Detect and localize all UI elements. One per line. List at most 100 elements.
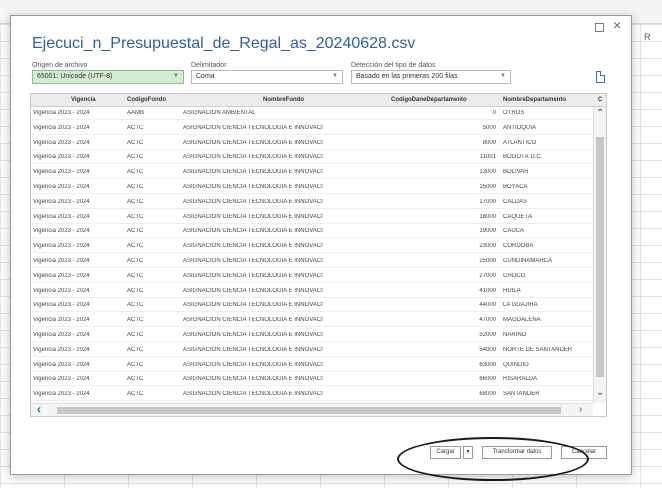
- table-cell: HUILA: [503, 287, 521, 294]
- table-cell: Vigencia 2023 - 2024: [33, 228, 90, 235]
- data-preview-table: Vigencia CodigoFondo NombreFondo CodigoD…: [30, 93, 607, 417]
- table-row: Vigencia 2023 - 2024 ACTC ASIGNACION CIENC…: [31, 196, 593, 209]
- horizontal-scrollbar[interactable]: ‹ ›: [31, 402, 593, 416]
- close-icon[interactable]: ×: [613, 17, 621, 33]
- table-cell: ACTC: [127, 258, 144, 264]
- table-cell: ASIGNACION CIENCIA TECNOLOGIA E INNOVACI…: [183, 391, 323, 398]
- column-header: CodigoDaneDepartamento: [391, 97, 467, 103]
- table-cell: Vigencia 2023 - 2024: [33, 391, 90, 398]
- table-row: Vigencia 2023 - 2024 ACTC ASIGNACION CIENC…: [31, 388, 593, 402]
- chevron-up-icon[interactable]: ⌃: [596, 108, 604, 119]
- table-cell: CAUCA: [503, 228, 525, 235]
- table-cell: Vigencia 2023 - 2024: [33, 302, 90, 309]
- table-cell: BOGOTÁ D.C.: [503, 154, 543, 161]
- table-cell: 8000: [482, 139, 496, 146]
- table-cell: ACTC: [127, 184, 144, 190]
- table-cell: ASIGNACION CIENCIA TECNOLOGIA E INNOVACI…: [183, 287, 323, 294]
- delimiter-select[interactable]: Coma ▼: [191, 70, 343, 84]
- table-cell: ACTC: [127, 361, 144, 368]
- origin-select[interactable]: 65001: Unicode (UTF-8) ▼: [32, 70, 184, 84]
- table-cell: ACTC: [127, 213, 144, 220]
- document-icon[interactable]: [596, 71, 605, 83]
- detection-label: Detección del tipo de datos: [351, 62, 436, 69]
- table-cell: 41000: [479, 287, 496, 294]
- table-cell: ACTC: [127, 317, 144, 324]
- table-cell: CHOCÓ: [503, 272, 526, 279]
- table-cell: ASIGNACION CIENCIA TECNOLOGIA E INNOVACI…: [183, 124, 323, 131]
- table-row: Vigencia 2023 - 2024 ACTC ASIGNACION CIENC…: [31, 255, 593, 268]
- table-row: Vigencia 2023 - 2024 ACTC ASIGNACION CIENC…: [31, 373, 593, 387]
- table-cell: OTROS: [503, 110, 525, 116]
- table-cell: ACTC: [127, 302, 144, 309]
- table-cell: 23000: [479, 243, 496, 250]
- table-cell: 17000: [479, 198, 496, 205]
- table-row: Vigencia 2023 - 2024 ACTC ASIGNACION CIENC…: [31, 122, 593, 135]
- chevron-right-icon[interactable]: ›: [579, 404, 582, 415]
- table-cell: 5000: [482, 124, 496, 131]
- table-row: Vigencia 2023 - 2024 ACTC ASIGNACION CIENC…: [31, 270, 593, 283]
- chevron-down-icon: ▼: [332, 73, 338, 79]
- origin-label: Origen de archivo: [32, 62, 88, 69]
- table-row: Vigencia 2023 - 2024 ACTC ASIGNACION CIENC…: [31, 344, 593, 357]
- table-cell: ASIGNACION CIENCIA TECNOLOGIA E INNOVACI…: [183, 302, 323, 309]
- table-cell: 52000: [479, 332, 496, 338]
- table-cell: Vigencia 2023 - 2024: [33, 110, 90, 116]
- table-cell: 15000: [479, 184, 496, 190]
- delimiter-label: Delimitador: [191, 62, 227, 69]
- chevron-down-icon[interactable]: ⌄: [596, 387, 604, 398]
- table-cell: ATLÁNTICO: [503, 139, 537, 146]
- column-header: Vigencia: [71, 97, 96, 103]
- table-cell: 68000: [479, 391, 496, 398]
- table-cell: Vigencia 2023 - 2024: [33, 317, 90, 324]
- table-header: Vigencia CodigoFondo NombreFondo CodigoD…: [31, 94, 606, 107]
- table-cell: ACTC: [127, 243, 144, 250]
- table-cell: 18000: [479, 213, 496, 220]
- vertical-scrollbar[interactable]: ⌃ ⌄: [593, 107, 606, 403]
- table-cell: ASIGNACION CIENCIA TECNOLOGIA E INNOVACI…: [183, 317, 323, 324]
- table-cell: ASIGNACION CIENCIA TECNOLOGIA E INNOVACI…: [183, 139, 323, 146]
- table-row: Vigencia 2023 - 2024 ACTC ASIGNACION CIENC…: [31, 359, 593, 372]
- maximize-icon[interactable]: [595, 23, 604, 32]
- table-row: Vigencia 2023 - 2024 ACTC ASIGNACION CIENC…: [31, 285, 593, 298]
- delimiter-value: Coma: [196, 73, 215, 80]
- table-cell: Vigencia 2023 - 2024: [33, 361, 90, 368]
- table-cell: Vigencia 2023 - 2024: [33, 139, 90, 146]
- table-cell: NORTE DE SANTANDER: [503, 346, 573, 353]
- transform-data-button[interactable]: Transformar datos: [482, 446, 552, 459]
- table-cell: ACTC: [127, 169, 144, 176]
- table-cell: Vigencia 2023 - 2024: [33, 287, 90, 294]
- table-cell: MAGDALENA: [503, 317, 541, 324]
- table-row: Vigencia 2023 - 2024 ACTC ASIGNACION CIENC…: [31, 181, 593, 194]
- table-cell: ACTC: [127, 346, 144, 353]
- detection-select[interactable]: Basado en las primeras 200 filas ▼: [351, 70, 511, 84]
- table-cell: Vigencia 2023 - 2024: [33, 346, 90, 353]
- vertical-scroll-thumb[interactable]: [596, 137, 604, 377]
- table-cell: 47000: [479, 317, 496, 324]
- cancel-button[interactable]: Cancelar: [561, 446, 607, 459]
- table-cell: BOLÍVAR: [503, 169, 529, 176]
- chevron-down-icon: ▼: [500, 73, 506, 79]
- table-cell: CÓRDOBA: [503, 243, 534, 250]
- table-cell: SANTANDER: [503, 391, 540, 398]
- table-cell: ASIGNACION CIENCIA TECNOLOGIA E INNOVACI…: [183, 272, 323, 279]
- table-row: Vigencia 2023 - 2024 ACTC ASIGNACION CIENC…: [31, 329, 593, 342]
- load-dropdown-button[interactable]: ▾: [463, 446, 473, 459]
- chevron-left-icon[interactable]: ‹: [37, 402, 41, 416]
- table-cell: ACTC: [127, 198, 144, 205]
- horizontal-scroll-thumb[interactable]: [57, 407, 561, 414]
- table-cell: Vigencia 2023 - 2024: [33, 169, 90, 176]
- table-cell: 0: [492, 110, 496, 116]
- load-button[interactable]: Cargar: [430, 446, 461, 459]
- table-row: Vigencia 2023 - 2024 ACTC ASIGNACION CIENC…: [31, 314, 593, 328]
- table-row: Vigencia 2023 - 2024 ACTC ASIGNACION CIENC…: [31, 240, 593, 254]
- table-cell: ASIGNACION CIENCIA TECNOLOGIA E INNOVACI…: [183, 346, 323, 353]
- table-cell: 11001: [479, 154, 496, 161]
- table-cell: 25000: [479, 258, 496, 264]
- table-cell: 66000: [479, 376, 496, 383]
- table-cell: ASIGNACION CIENCIA TECNOLOGIA E INNOVACI…: [183, 213, 323, 220]
- table-cell: Vigencia 2023 - 2024: [33, 376, 90, 383]
- table-cell: QUINDÍO: [503, 361, 529, 368]
- table-cell: ASIGNACIÓN AMBIENTAL: [183, 110, 256, 116]
- table-row: Vigencia 2023 - 2024 ACTC ASIGNACION CIENC…: [31, 299, 593, 313]
- origin-value: 65001: Unicode (UTF-8): [37, 73, 113, 80]
